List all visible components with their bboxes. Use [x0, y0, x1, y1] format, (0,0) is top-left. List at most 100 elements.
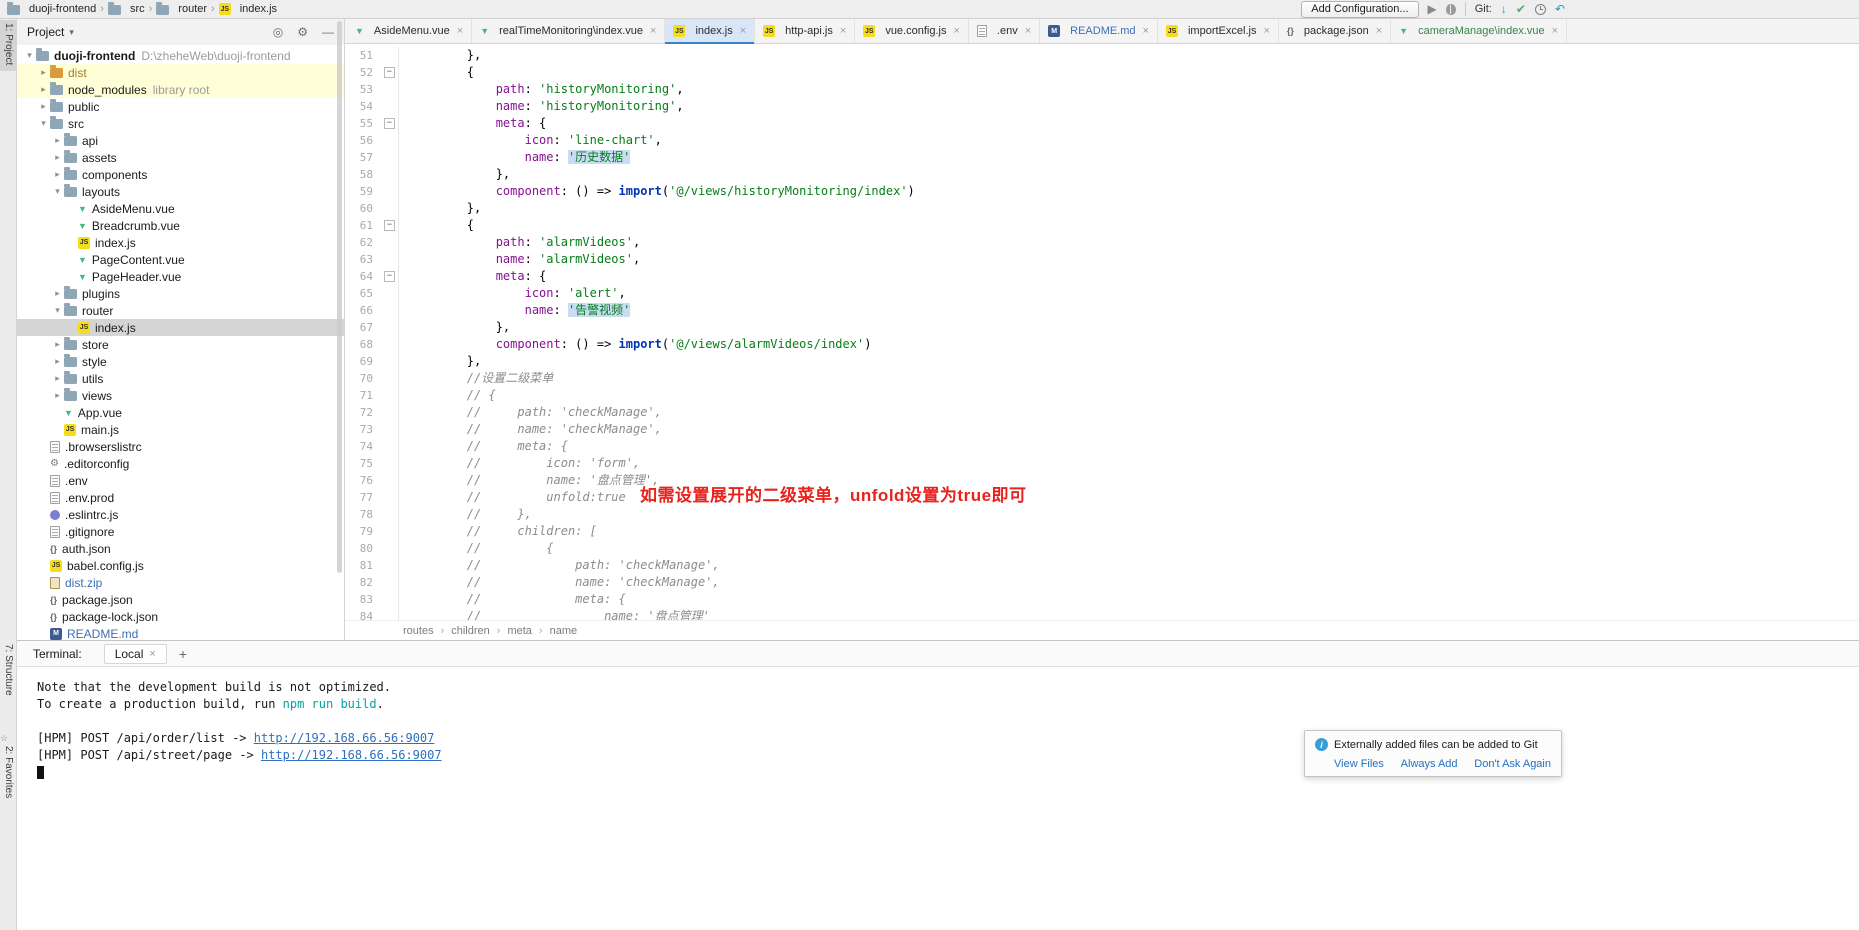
toolwindow-project-button[interactable]: 1: Project [0, 20, 17, 71]
terminal-tab-local[interactable]: Local × [104, 644, 167, 664]
tree-item[interactable]: JSindex.js [17, 234, 344, 251]
tree-item[interactable]: ▸plugins [17, 285, 344, 302]
run-icon[interactable]: ▶ [1428, 3, 1437, 15]
terminal-link[interactable]: http://192.168.66.56:9007 [261, 748, 442, 762]
tree-item[interactable]: ▼AsideMenu.vue [17, 200, 344, 217]
tree-item[interactable]: ▾duoji-frontendD:\zheheWeb\duoji-fronten… [17, 47, 344, 64]
breadcrumb-item[interactable]: duoji-frontend [7, 3, 96, 15]
tree-item[interactable]: ⚙.editorconfig [17, 455, 344, 472]
chevron-down-icon[interactable]: ▾ [51, 305, 64, 316]
tree-item[interactable]: ▸store [17, 336, 344, 353]
chevron-right-icon[interactable]: ▸ [37, 101, 50, 112]
tree-item[interactable]: .env.prod [17, 489, 344, 506]
chevron-right-icon[interactable]: ▸ [51, 135, 64, 146]
tree-item[interactable]: ▾src [17, 115, 344, 132]
toolwindow-favorites-button[interactable]: ☆ 2: Favorites [0, 725, 17, 804]
chevron-right-icon[interactable]: ▸ [51, 373, 64, 384]
close-icon[interactable]: × [149, 648, 155, 660]
close-tab-icon[interactable]: × [1376, 25, 1382, 37]
fold-icon[interactable] [381, 64, 399, 81]
chevron-down-icon[interactable]: ▾ [23, 50, 36, 61]
editor-tab[interactable]: ▼cameraManage\index.vue× [1391, 19, 1567, 43]
close-tab-icon[interactable]: × [650, 25, 656, 37]
tree-item[interactable]: .eslintrc.js [17, 506, 344, 523]
tree-item[interactable]: dist.zip [17, 574, 344, 591]
tree-item[interactable]: ▾router [17, 302, 344, 319]
chevron-right-icon[interactable]: ▸ [51, 288, 64, 299]
editor-tab[interactable]: {}package.json× [1279, 19, 1391, 43]
tree-item[interactable]: JSindex.js [17, 319, 344, 336]
breadcrumb-item[interactable]: JSindex.js [219, 3, 277, 15]
editor-tab[interactable]: JShttp-api.js× [755, 19, 855, 43]
add-configuration-button[interactable]: Add Configuration... [1301, 1, 1418, 18]
project-scrollbar[interactable] [337, 21, 342, 573]
tree-item[interactable]: {}package.json [17, 591, 344, 608]
git-commit-icon[interactable]: ✔ [1516, 3, 1526, 15]
editor-breadcrumb-item[interactable]: children [451, 625, 490, 637]
tree-item[interactable]: MREADME.md [17, 625, 344, 640]
tree-item[interactable]: JSbabel.config.js [17, 557, 344, 574]
new-terminal-icon[interactable]: + [179, 646, 187, 662]
chevron-right-icon[interactable]: ▸ [37, 67, 50, 78]
chevron-down-icon[interactable]: ▾ [51, 186, 64, 197]
toolwindow-structure-button[interactable]: 7: Structure [0, 641, 17, 702]
breadcrumb-item[interactable]: router [156, 3, 207, 15]
tree-item[interactable]: ▸style [17, 353, 344, 370]
chevron-down-icon[interactable]: ▾ [37, 118, 50, 129]
tree-item[interactable]: ▸dist [17, 64, 344, 81]
chevron-right-icon[interactable]: ▸ [37, 84, 50, 95]
fold-icon[interactable] [381, 217, 399, 234]
editor-tab[interactable]: ▼AsideMenu.vue× [347, 19, 472, 43]
chevron-right-icon[interactable]: ▸ [51, 152, 64, 163]
chevron-right-icon[interactable]: ▸ [51, 390, 64, 401]
chevron-right-icon[interactable]: ▸ [51, 339, 64, 350]
tree-item[interactable]: ▼PageContent.vue [17, 251, 344, 268]
view-files-link[interactable]: View Files [1334, 758, 1384, 770]
tree-item[interactable]: ▸assets [17, 149, 344, 166]
tree-item[interactable]: ▸api [17, 132, 344, 149]
always-add-link[interactable]: Always Add [1401, 758, 1458, 770]
close-tab-icon[interactable]: × [1025, 25, 1031, 37]
close-tab-icon[interactable]: × [1263, 25, 1269, 37]
chevron-right-icon[interactable]: ▸ [51, 356, 64, 367]
gear-icon[interactable]: ⚙ [297, 25, 308, 39]
close-tab-icon[interactable]: × [1552, 25, 1558, 37]
tree-item[interactable]: JSmain.js [17, 421, 344, 438]
close-tab-icon[interactable]: × [953, 25, 959, 37]
terminal-link[interactable]: http://192.168.66.56:9007 [254, 731, 435, 745]
editor-tab[interactable]: MREADME.md× [1040, 19, 1158, 43]
editor-breadcrumb-item[interactable]: routes [403, 625, 434, 637]
editor-tab[interactable]: JSindex.js× [665, 19, 755, 43]
tree-item[interactable]: {}auth.json [17, 540, 344, 557]
editor-tab[interactable]: .env× [969, 19, 1040, 43]
debug-icon[interactable] [1446, 4, 1456, 15]
chevron-right-icon[interactable]: ▸ [51, 169, 64, 180]
close-tab-icon[interactable]: × [1143, 25, 1149, 37]
tree-item[interactable]: ▸node_moduleslibrary root [17, 81, 344, 98]
fold-icon[interactable] [381, 115, 399, 132]
tree-item[interactable]: {}package-lock.json [17, 608, 344, 625]
tree-item[interactable]: .gitignore [17, 523, 344, 540]
tree-item[interactable]: ▼App.vue [17, 404, 344, 421]
breadcrumb-item[interactable]: src [108, 3, 145, 15]
tree-item[interactable]: ▸views [17, 387, 344, 404]
close-tab-icon[interactable]: × [740, 25, 746, 37]
tree-item[interactable]: ▾layouts [17, 183, 344, 200]
history-icon[interactable] [1535, 4, 1546, 15]
git-update-icon[interactable]: ↓ [1501, 3, 1507, 15]
tree-item[interactable]: .browserslistrc [17, 438, 344, 455]
editor-tab[interactable]: ▼realTimeMonitoring\index.vue× [472, 19, 665, 43]
terminal-output[interactable]: Note that the development build is not o… [17, 667, 1859, 930]
rollback-icon[interactable]: ↶ [1555, 3, 1565, 15]
tree-item[interactable]: ▸public [17, 98, 344, 115]
tree-item[interactable]: .env [17, 472, 344, 489]
fold-icon[interactable] [381, 268, 399, 285]
editor-tab[interactable]: JSvue.config.js× [855, 19, 969, 43]
editor-breadcrumb-item[interactable]: name [550, 625, 578, 637]
close-tab-icon[interactable]: × [457, 25, 463, 37]
dont-ask-again-link[interactable]: Don't Ask Again [1474, 758, 1551, 770]
hide-panel-icon[interactable]: — [322, 25, 334, 39]
tree-item[interactable]: ▼Breadcrumb.vue [17, 217, 344, 234]
project-view-selector[interactable]: Project [27, 25, 64, 39]
tree-item[interactable]: ▸utils [17, 370, 344, 387]
